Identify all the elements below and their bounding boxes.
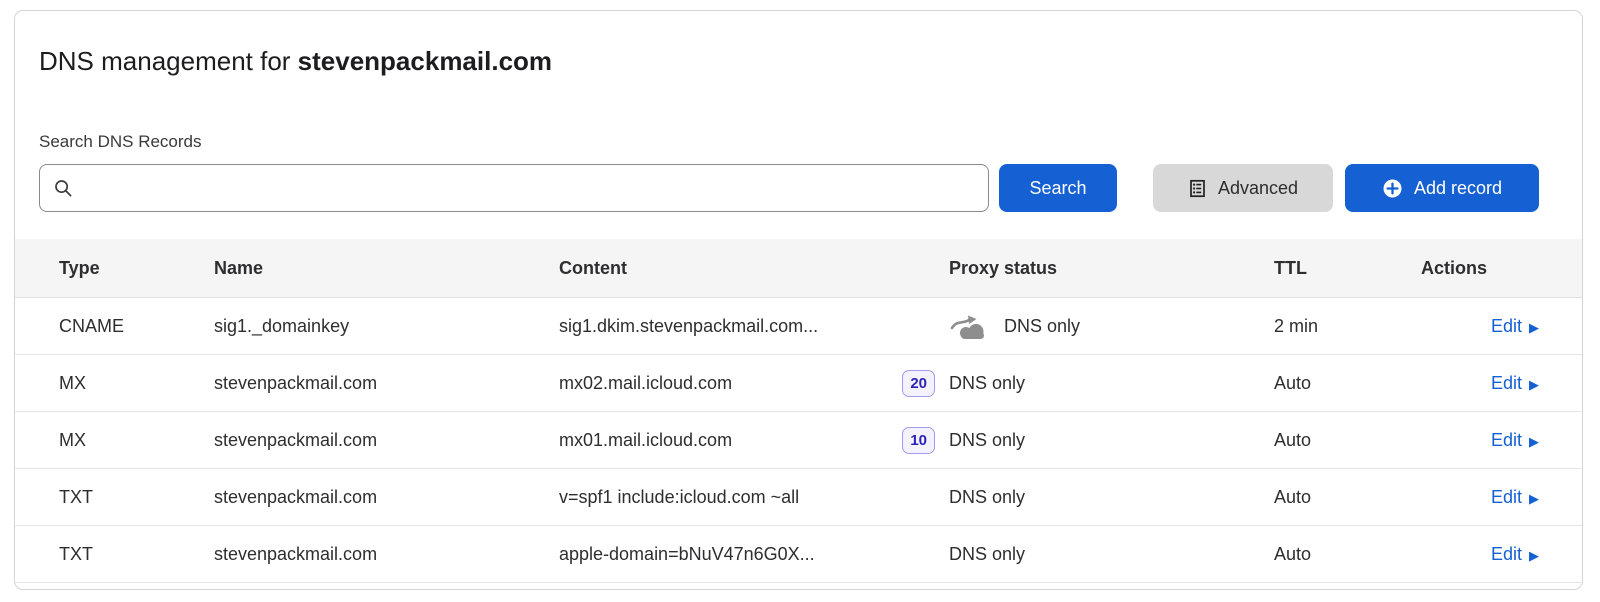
plus-circle-icon [1382,178,1403,199]
column-header-content: Content [559,258,945,279]
edit-link[interactable]: Edit▶ [1491,544,1539,565]
advanced-button[interactable]: Advanced [1153,164,1333,212]
edit-link[interactable]: Edit▶ [1491,430,1539,451]
page-title: DNS management for stevenpackmail.com [39,43,552,79]
table-row: MX stevenpackmail.com mx01.mail.icloud.c… [15,412,1582,469]
record-name: sig1._domainkey [214,316,559,337]
record-content: apple-domain=bNuV47n6G0X... [559,544,815,565]
table-row: CNAME sig1._domainkey sig1.dkim.stevenpa… [15,298,1582,355]
edit-link[interactable]: Edit▶ [1491,316,1539,337]
page-title-prefix: DNS management for [39,46,298,76]
edit-arrow-icon: ▶ [1529,435,1539,448]
dns-only-cloud-icon [949,312,988,340]
search-box[interactable] [39,164,989,212]
table-row: MX stevenpackmail.com mx02.mail.icloud.c… [15,355,1582,412]
mx-priority-badge: 10 [902,427,935,454]
record-type: TXT [15,544,214,565]
add-record-button[interactable]: Add record [1345,164,1539,212]
record-name: stevenpackmail.com [214,430,559,451]
column-header-proxy: Proxy status [945,258,1274,279]
record-type: MX [15,430,214,451]
edit-link[interactable]: Edit▶ [1491,373,1539,394]
record-name: stevenpackmail.com [214,544,559,565]
record-ttl: Auto [1274,430,1421,451]
page-title-domain: stevenpackmail.com [298,46,552,76]
record-content: mx01.mail.icloud.com [559,430,732,451]
search-row: Search Advanced Add record [39,164,1539,212]
column-header-type: Type [15,258,214,279]
record-ttl: Auto [1274,544,1421,565]
mx-priority-badge: 20 [902,370,935,397]
proxy-status-text: DNS only [949,487,1025,508]
dns-management-card: DNS management for stevenpackmail.com Se… [14,10,1583,590]
edit-link[interactable]: Edit▶ [1491,487,1539,508]
proxy-status-text: DNS only [949,544,1025,565]
record-ttl: 2 min [1274,316,1421,337]
record-name: stevenpackmail.com [214,487,559,508]
record-content: mx02.mail.icloud.com [559,373,732,394]
proxy-status-text: DNS only [949,373,1025,394]
column-header-ttl: TTL [1274,258,1421,279]
proxy-status-text: DNS only [949,430,1025,451]
record-name: stevenpackmail.com [214,373,559,394]
search-icon [54,179,73,198]
edit-arrow-icon: ▶ [1529,321,1539,334]
search-label: Search DNS Records [39,132,202,152]
proxy-status-text: DNS only [1004,316,1080,337]
table-row: TXT stevenpackmail.com apple-domain=bNuV… [15,526,1582,583]
table-header-row: Type Name Content Proxy status TTL Actio… [15,239,1582,298]
proxy-status-cell: DNS only [945,312,1274,340]
edit-arrow-icon: ▶ [1529,492,1539,505]
list-document-icon [1188,179,1207,198]
search-button[interactable]: Search [999,164,1117,212]
record-type: TXT [15,487,214,508]
page: DNS management for stevenpackmail.com Se… [0,0,1600,602]
record-type: MX [15,373,214,394]
record-content: sig1.dkim.stevenpackmail.com... [559,316,818,337]
record-content: v=spf1 include:icloud.com ~all [559,487,799,508]
edit-arrow-icon: ▶ [1529,378,1539,391]
record-type: CNAME [15,316,214,337]
table-row: TXT stevenpackmail.com v=spf1 include:ic… [15,469,1582,526]
record-ttl: Auto [1274,487,1421,508]
column-header-name: Name [214,258,559,279]
record-ttl: Auto [1274,373,1421,394]
search-input[interactable] [83,177,974,199]
dns-records-table: Type Name Content Proxy status TTL Actio… [15,239,1582,583]
column-header-actions: Actions [1421,258,1582,279]
edit-arrow-icon: ▶ [1529,549,1539,562]
